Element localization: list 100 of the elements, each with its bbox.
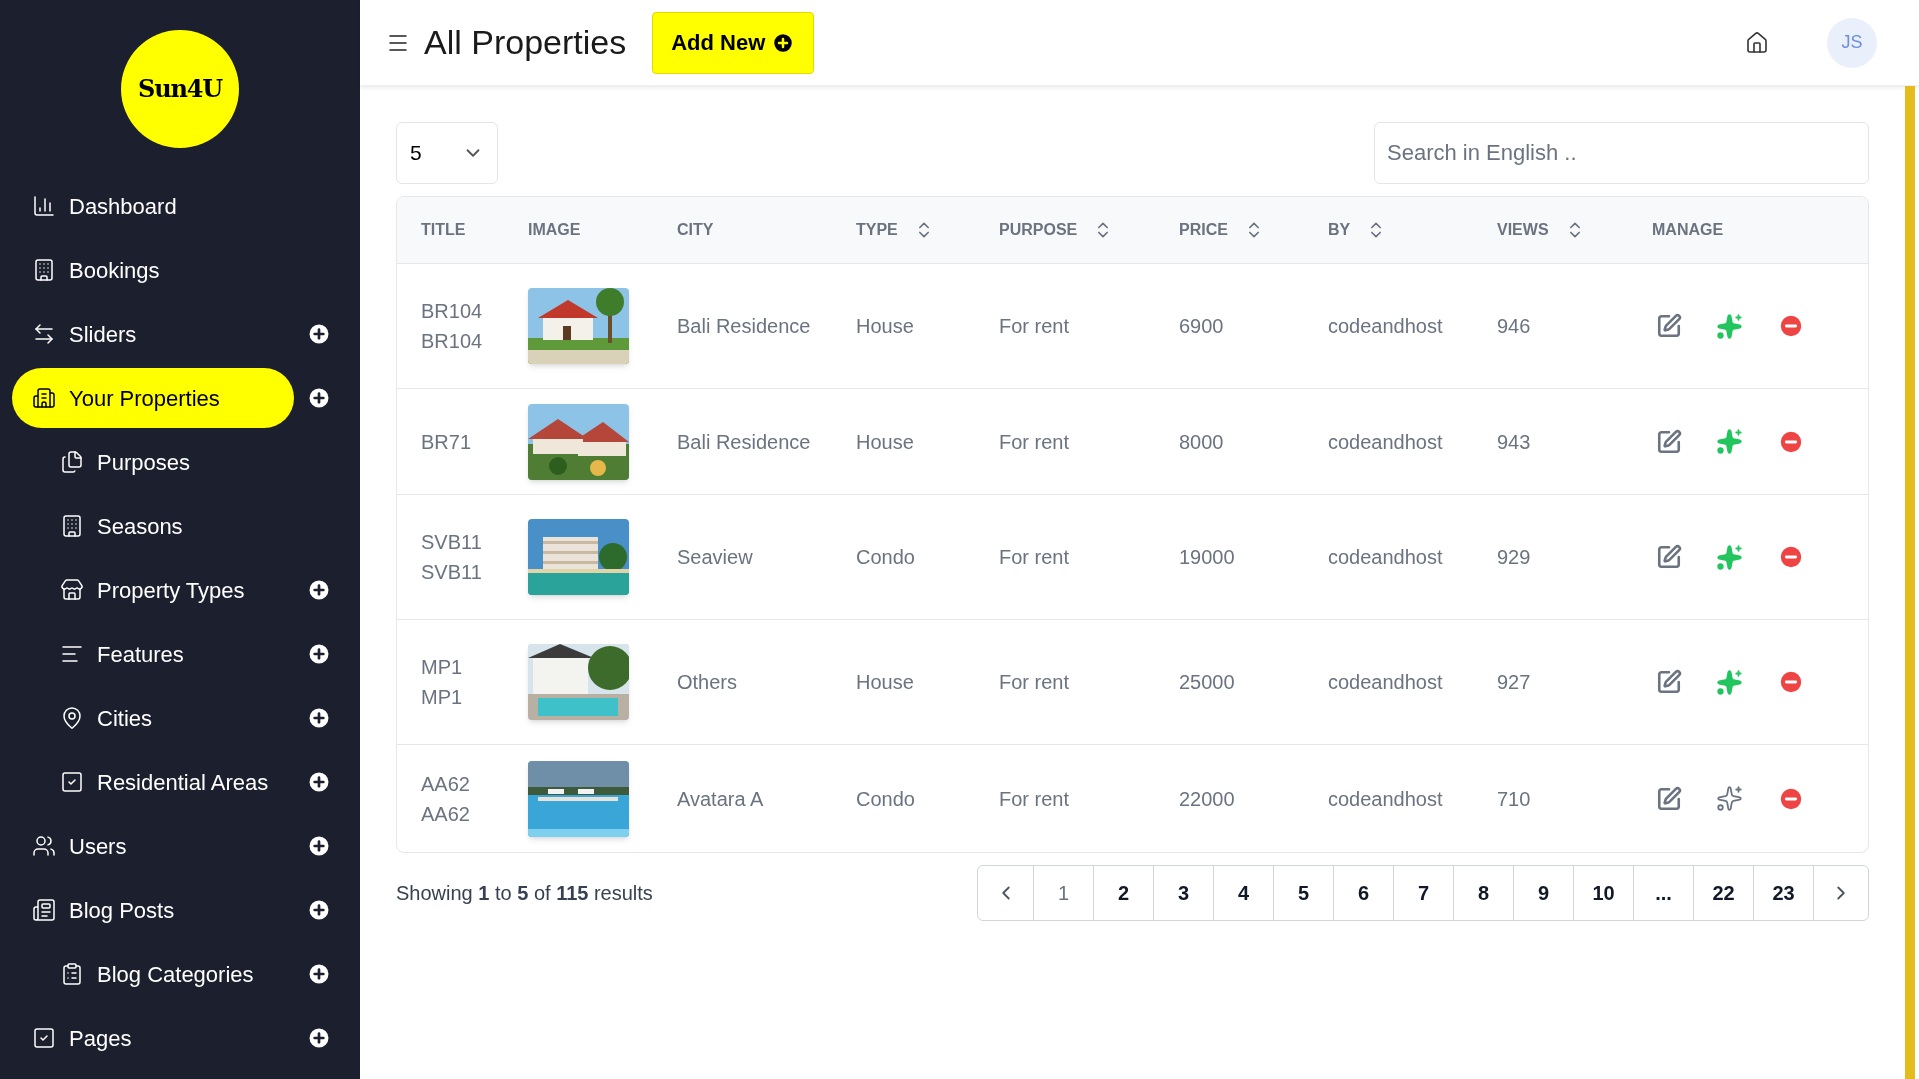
- nav-item[interactable]: Your Properties: [12, 368, 294, 428]
- page-button[interactable]: 4: [1214, 866, 1274, 920]
- add-icon[interactable]: [306, 385, 332, 411]
- building-icon: [32, 386, 56, 410]
- add-icon[interactable]: [306, 705, 332, 731]
- edit-icon[interactable]: [1656, 544, 1682, 570]
- add-icon[interactable]: [306, 321, 332, 347]
- search-field[interactable]: Search in English ..: [1374, 122, 1869, 184]
- nav-item[interactable]: Property Types: [12, 560, 294, 620]
- table-cell: 943: [1497, 430, 1531, 453]
- table-cell: Condo: [856, 787, 915, 810]
- table-cell-text: MP1: [421, 655, 464, 680]
- table-cell: For rent: [999, 430, 1070, 453]
- table-cell: codeandhost: [1328, 671, 1443, 693]
- page-button[interactable]: 9: [1514, 866, 1574, 920]
- table-cell: 19000: [1179, 546, 1235, 568]
- edit-icon[interactable]: [1656, 428, 1682, 455]
- table-cell: Others: [677, 671, 738, 693]
- table-cell: 710: [1497, 787, 1531, 810]
- table-cell: For rent: [999, 787, 1070, 810]
- users-icon: [32, 834, 56, 858]
- page-button[interactable]: 7: [1394, 866, 1454, 920]
- nav-item[interactable]: Dashboard: [12, 176, 294, 236]
- nav-item[interactable]: Purposes: [12, 432, 294, 492]
- table-cell-text: BR104: [421, 299, 484, 324]
- nav-item[interactable]: Blog Categories: [12, 944, 294, 1004]
- nav-item[interactable]: Blog Posts: [12, 880, 294, 940]
- page-button[interactable]: 5: [1274, 866, 1334, 920]
- page-button[interactable]: 22: [1694, 866, 1754, 920]
- column-header: PRICE: [1179, 220, 1228, 240]
- add-icon[interactable]: [306, 897, 332, 923]
- delete-icon[interactable]: [1777, 668, 1805, 696]
- edit-icon[interactable]: [1656, 785, 1682, 812]
- column-header: IMAGE: [528, 220, 581, 240]
- table-cell-text: AA62: [421, 801, 471, 827]
- page-size-select[interactable]: 5: [396, 122, 498, 184]
- logo: Sun4U: [121, 30, 239, 148]
- table-cell: For rent: [999, 671, 1070, 693]
- table-cell-text: BR71: [421, 429, 473, 455]
- add-icon[interactable]: [306, 577, 332, 603]
- table-cell-text: MP1: [421, 685, 464, 710]
- nav-item[interactable]: Sliders: [12, 304, 294, 364]
- table-cell: Bali Residence: [677, 430, 811, 453]
- column-header: PURPOSE: [999, 220, 1078, 240]
- edit-icon[interactable]: [1656, 669, 1682, 695]
- nav-item[interactable]: Cities: [12, 688, 294, 748]
- delete-icon[interactable]: [1777, 312, 1805, 340]
- table-cell: Seaview: [677, 546, 753, 568]
- edit-icon[interactable]: [1656, 313, 1682, 339]
- page-button[interactable]: 10: [1574, 866, 1634, 920]
- page-button[interactable]: 8: [1454, 866, 1514, 920]
- page-button[interactable]: 23: [1754, 866, 1814, 920]
- newspaper-icon: [32, 898, 56, 922]
- page-title: All Properties: [424, 22, 627, 63]
- add-icon[interactable]: [306, 769, 332, 795]
- nav-item[interactable]: Features: [12, 624, 294, 684]
- checkbox-icon: [60, 770, 84, 794]
- table-cell: 946: [1497, 315, 1531, 337]
- table-cell: For rent: [999, 315, 1070, 337]
- table-cell: 927: [1497, 671, 1531, 693]
- arrows-icon: [32, 322, 56, 346]
- table-cell-text: AA62: [421, 771, 471, 797]
- table-cell: codeandhost: [1328, 430, 1443, 453]
- column-header: MANAGE: [1652, 220, 1724, 240]
- table-cell-text: SVB11: [421, 530, 483, 555]
- home-icon[interactable]: [1745, 30, 1769, 55]
- building-icon: [32, 258, 56, 282]
- add-icon[interactable]: [306, 641, 332, 667]
- table-cell: Condo: [856, 546, 915, 568]
- results-summary: Showing 1 to 5 of 115 results: [396, 881, 653, 906]
- clipboard-icon: [60, 962, 84, 986]
- table-cell-text: SVB11: [421, 560, 483, 585]
- page-button[interactable]: 3: [1154, 866, 1214, 920]
- sparkle-icon[interactable]: [1716, 785, 1743, 812]
- table-cell: House: [856, 671, 914, 693]
- table-cell: 25000: [1179, 671, 1235, 693]
- delete-icon[interactable]: [1777, 543, 1805, 571]
- table-cell: 22000: [1179, 787, 1235, 810]
- nav-item[interactable]: Residential Areas: [12, 752, 294, 812]
- page-button[interactable]: ...: [1634, 866, 1694, 920]
- add-icon[interactable]: [306, 833, 332, 859]
- add-icon[interactable]: [306, 1025, 332, 1051]
- column-header: CITY: [677, 220, 714, 240]
- column-header: BY: [1328, 220, 1351, 240]
- column-header: TYPE: [856, 220, 898, 240]
- page-button[interactable]: 6: [1334, 866, 1394, 920]
- nav-item[interactable]: Pages: [12, 1008, 294, 1068]
- nav-item[interactable]: Bookings: [12, 240, 294, 300]
- table-cell: Avatara A: [677, 787, 764, 810]
- table-cell: Bali Residence: [677, 315, 811, 337]
- table-cell: codeandhost: [1328, 546, 1443, 568]
- table-cell: codeandhost: [1328, 787, 1443, 810]
- page-button[interactable]: 2: [1094, 866, 1154, 920]
- table-cell: For rent: [999, 546, 1070, 568]
- column-header: VIEWS: [1497, 220, 1549, 240]
- add-new-button[interactable]: Add New: [652, 11, 815, 74]
- nav-item[interactable]: Users: [12, 816, 294, 876]
- box-icon: [60, 578, 84, 602]
- nav-item[interactable]: Seasons: [12, 496, 294, 556]
- add-icon[interactable]: [306, 961, 332, 987]
